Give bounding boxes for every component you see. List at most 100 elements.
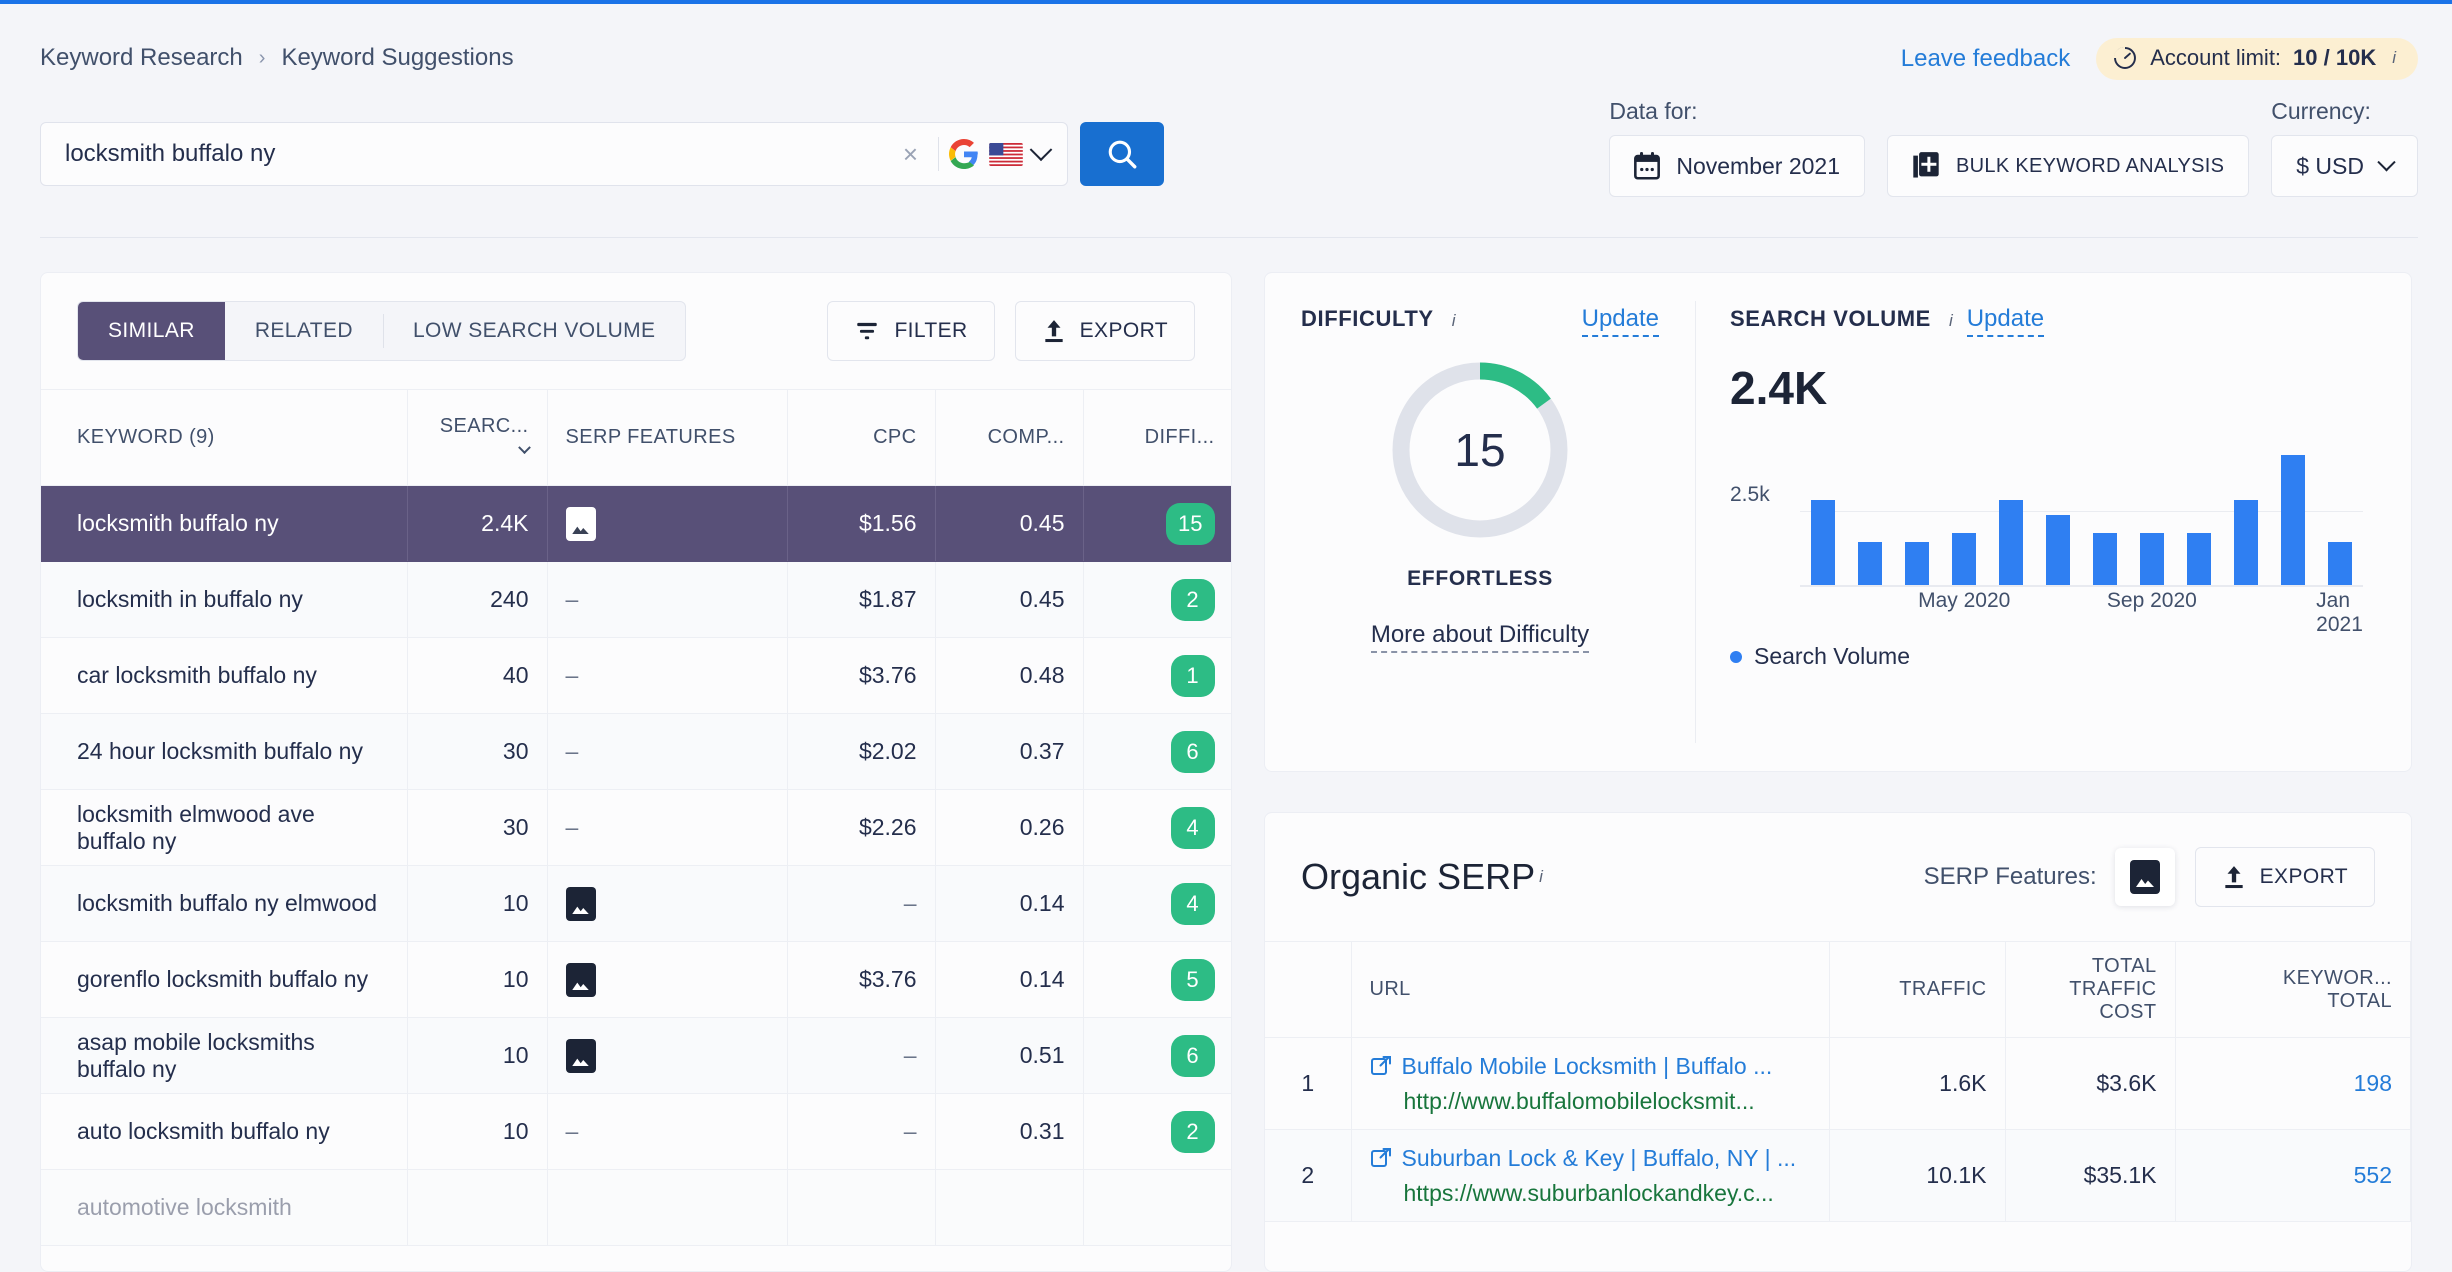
col-serp-features[interactable]: SERP FEATURES: [547, 389, 788, 486]
image-icon[interactable]: [565, 1038, 596, 1073]
info-icon[interactable]: i: [2392, 48, 2396, 68]
image-icon[interactable]: [565, 962, 596, 997]
table-row[interactable]: 1 Buffalo Mobile Locksmith | Buffalo ... h…: [1265, 1037, 2411, 1130]
bulk-keyword-analysis-button[interactable]: BULK KEYWORD ANALYSIS: [1887, 135, 2250, 197]
x-axis-tick-label: May 2020: [1918, 589, 2011, 612]
table-row[interactable]: locksmith elmwood ave buffalo ny 30– $2.26…: [41, 789, 1231, 866]
cell-keyword[interactable]: asap mobile locksmiths buffalo ny: [41, 1017, 408, 1094]
bar-slot[interactable]: [1988, 437, 2035, 587]
search-icon: [1108, 140, 1137, 169]
tab-similar[interactable]: SIMILAR: [78, 302, 225, 360]
search-volume-update-link[interactable]: Update: [1966, 305, 2045, 337]
cell-keyword[interactable]: locksmith in buffalo ny: [41, 561, 408, 638]
filter-button[interactable]: FILTER: [827, 301, 995, 361]
search-submit-button[interactable]: [1080, 122, 1164, 186]
cell-serp-features: [547, 1017, 788, 1094]
cell-competition: 0.14: [935, 865, 1084, 942]
col-cpc[interactable]: CPC: [787, 389, 936, 486]
table-row[interactable]: locksmith buffalo ny 2.4K $1.56 0.45 15: [41, 485, 1231, 562]
col-traffic[interactable]: TRAFFIC: [1829, 941, 2006, 1038]
bar-slot[interactable]: [1894, 437, 1941, 587]
image-icon[interactable]: [565, 506, 596, 541]
bar-slot[interactable]: [1941, 437, 1988, 587]
cell-difficulty: 2: [1083, 561, 1231, 638]
image-icon[interactable]: [565, 886, 596, 921]
serp-result-title[interactable]: Buffalo Mobile Locksmith | Buffalo ...: [1370, 1053, 1811, 1080]
breadcrumb-parent[interactable]: Keyword Research: [40, 44, 243, 72]
leave-feedback-link[interactable]: Leave feedback: [1901, 45, 2070, 73]
bar-slot[interactable]: [2175, 437, 2222, 587]
col-difficulty[interactable]: DIFFI...: [1083, 389, 1231, 486]
serp-result-url[interactable]: http://www.buffalomobilelocksmit...: [1370, 1088, 1811, 1115]
search-volume-title: SEARCH VOLUME: [1730, 306, 1931, 331]
cell-cpc: [787, 1169, 936, 1246]
chevron-down-icon[interactable]: [1029, 138, 1053, 162]
search-input-wrapper[interactable]: ×: [40, 122, 1068, 186]
us-flag-icon[interactable]: [989, 142, 1023, 166]
col-competition[interactable]: COMP...: [935, 389, 1084, 486]
bar-slot[interactable]: [2128, 437, 2175, 587]
table-row[interactable]: 24 hour locksmith buffalo ny 30– $2.02 0.37…: [41, 713, 1231, 790]
tab-low-search-volume[interactable]: LOW SEARCH VOLUME: [382, 302, 686, 360]
table-row[interactable]: 2 Suburban Lock & Key | Buffalo, NY | ...…: [1265, 1129, 2411, 1222]
currency-select[interactable]: $ USD: [2271, 135, 2418, 197]
keywords-total-link[interactable]: 552: [2354, 1162, 2392, 1188]
image-glyph: [2135, 879, 2154, 887]
col-total-traffic-cost[interactable]: TOTAL TRAFFIC COST: [2005, 941, 2176, 1038]
cell-url[interactable]: Suburban Lock & Key | Buffalo, NY | ... h…: [1351, 1129, 1830, 1222]
table-row[interactable]: car locksmith buffalo ny 40– $3.76 0.48 1: [41, 637, 1231, 714]
tab-related[interactable]: RELATED: [225, 302, 383, 360]
cell-keyword[interactable]: locksmith buffalo ny: [41, 485, 408, 562]
info-icon[interactable]: i: [1452, 311, 1456, 331]
info-icon[interactable]: i: [1539, 867, 1543, 887]
cell-keyword[interactable]: auto locksmith buffalo ny: [41, 1093, 408, 1170]
export-button[interactable]: EXPORT: [1014, 301, 1195, 361]
bar-slot[interactable]: [2316, 437, 2363, 587]
bar-slot[interactable]: [1847, 437, 1894, 587]
table-row[interactable]: gorenflo locksmith buffalo ny 10 $3.76 0.14…: [41, 941, 1231, 1018]
cell-keyword[interactable]: car locksmith buffalo ny: [41, 637, 408, 714]
bar-slot[interactable]: [2269, 437, 2316, 587]
table-row[interactable]: locksmith buffalo ny elmwood 10 –0.14 4: [41, 865, 1231, 942]
table-row[interactable]: asap mobile locksmiths buffalo ny 10 –0.51…: [41, 1017, 1231, 1094]
bar-slot[interactable]: [2082, 437, 2129, 587]
serp-result-url[interactable]: https://www.suburbanlockandkey.c...: [1370, 1180, 1811, 1207]
serp-export-button[interactable]: EXPORT: [2194, 847, 2375, 907]
serp-result-title[interactable]: Suburban Lock & Key | Buffalo, NY | ...: [1370, 1145, 1811, 1172]
col-keywords-total[interactable]: KEYWOR... TOTAL: [2175, 941, 2411, 1038]
table-row[interactable]: automotive locksmith: [41, 1169, 1231, 1246]
google-icon[interactable]: [949, 139, 979, 169]
serp-result-title-text: Suburban Lock & Key | Buffalo, NY | ...: [1401, 1144, 1797, 1171]
cell-keyword[interactable]: 24 hour locksmith buffalo ny: [41, 713, 408, 790]
account-limit-value: 10 / 10K: [2293, 45, 2377, 70]
clear-icon[interactable]: ×: [893, 141, 928, 167]
chevron-down-icon: [2377, 152, 2396, 171]
col-keyword[interactable]: KEYWORD (9): [41, 389, 408, 486]
bar-slot[interactable]: [2035, 437, 2082, 587]
bar-slot[interactable]: [2222, 437, 2269, 587]
cell-keyword[interactable]: locksmith elmwood ave buffalo ny: [41, 789, 408, 866]
cell-search-volume: [407, 1169, 548, 1246]
cell-keyword[interactable]: automotive locksmith: [41, 1169, 408, 1246]
search-input[interactable]: [63, 139, 883, 169]
empty-value: –: [565, 1118, 579, 1144]
col-search-volume[interactable]: SEARC...: [407, 389, 548, 486]
difficulty-update-link[interactable]: Update: [1581, 305, 1659, 337]
account-limit-badge[interactable]: Account limit: 10 / 10K i: [2096, 38, 2418, 80]
table-row[interactable]: locksmith in buffalo ny 240– $1.87 0.45 2: [41, 561, 1231, 638]
serp-feature-image-button[interactable]: [2114, 848, 2175, 906]
bar-slot[interactable]: [1800, 437, 1847, 587]
image-glyph: [572, 526, 589, 534]
col-url[interactable]: URL: [1351, 941, 1830, 1038]
keywords-total-link[interactable]: 198: [2354, 1070, 2392, 1096]
date-picker-button[interactable]: November 2021: [1609, 135, 1866, 197]
data-for-group: Data for: November 2021: [1609, 98, 1866, 197]
serp-table-header-row: URL TRAFFIC TOTAL TRAFFIC COST KEYWOR...…: [1265, 941, 2411, 1038]
table-row[interactable]: auto locksmith buffalo ny 10– –0.31 2: [41, 1093, 1231, 1170]
info-icon[interactable]: i: [1949, 311, 1953, 331]
more-about-difficulty-link[interactable]: More about Difficulty: [1370, 621, 1590, 653]
cell-keyword[interactable]: gorenflo locksmith buffalo ny: [41, 941, 408, 1018]
cell-url[interactable]: Buffalo Mobile Locksmith | Buffalo ... ht…: [1351, 1037, 1830, 1130]
cell-difficulty: 6: [1083, 713, 1231, 790]
cell-keyword[interactable]: locksmith buffalo ny elmwood: [41, 865, 408, 942]
